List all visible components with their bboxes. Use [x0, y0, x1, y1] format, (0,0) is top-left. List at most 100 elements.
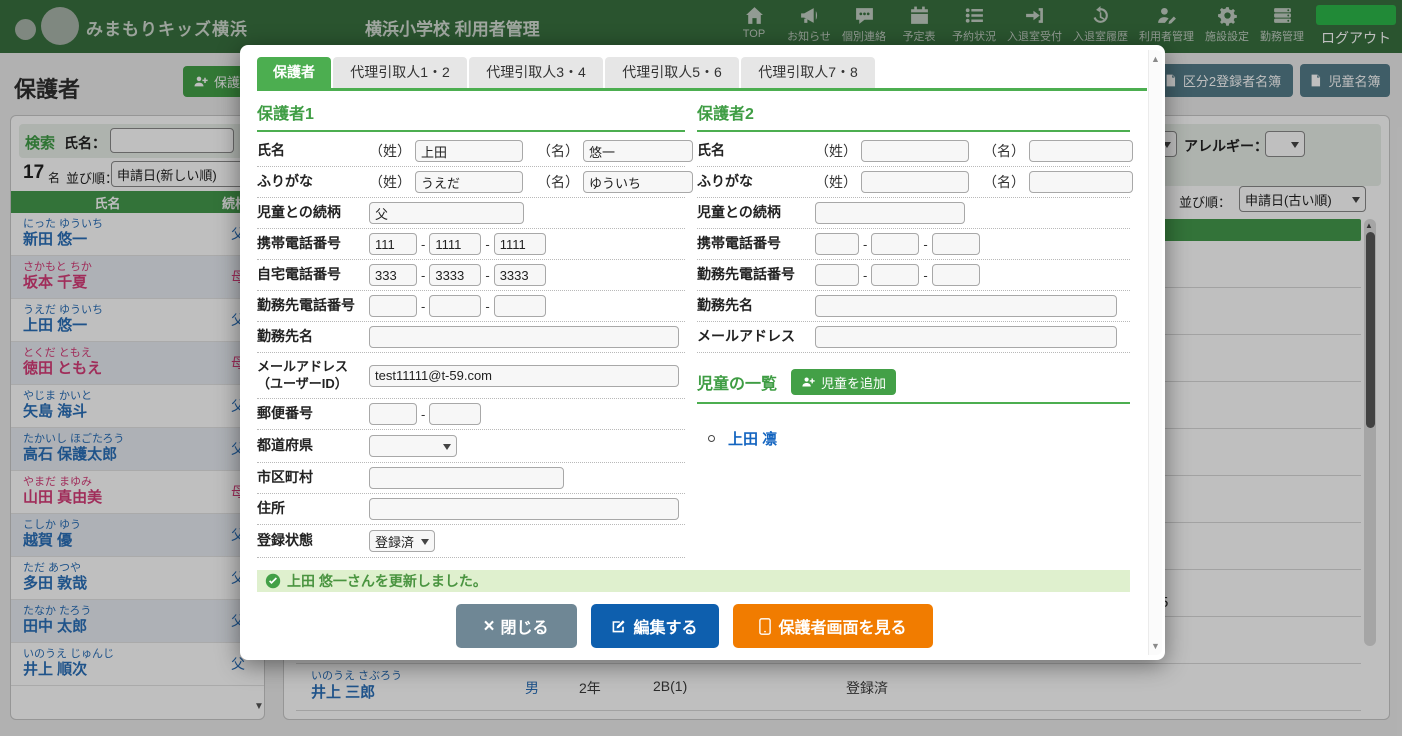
g1-prefecture-select[interactable]: [369, 435, 457, 457]
add-child-label: 児童を追加: [821, 373, 886, 392]
field-label: 勤務先名: [697, 297, 815, 315]
edit-button[interactable]: 編集する: [591, 604, 719, 648]
g1-work-phone-3-input[interactable]: [494, 295, 546, 317]
g1-email-row: メールアドレス（ユーザーID）: [257, 353, 685, 399]
view-label: 保護者画面を見る: [778, 614, 906, 638]
field-label: メールアドレス: [697, 328, 815, 346]
mei-label: （名）: [537, 172, 579, 192]
g1-last-name-input[interactable]: [415, 140, 523, 162]
g1-kana-last-input[interactable]: [415, 171, 523, 193]
screen: みまもりキッズ横浜 横浜小学校 利用者管理 TOPお知らせ個別連絡予定表予約状況…: [0, 0, 1402, 736]
g1-home-phone-2-input[interactable]: [429, 264, 481, 286]
mei-label: （名）: [537, 141, 579, 161]
scroll-down-arrow-icon[interactable]: ▼: [1151, 641, 1160, 651]
mei-label: （名）: [983, 172, 1025, 192]
bullet-icon: [708, 435, 715, 442]
g2-mobile-row: 携帯電話番号 - -: [697, 229, 1130, 260]
edit-label: 編集する: [633, 614, 697, 638]
field-label: 氏名: [257, 142, 369, 160]
g1-mobile-row: 携帯電話番号 - -: [257, 229, 685, 260]
field-label: 携帯電話番号: [697, 235, 815, 253]
g2-work-phone-1-input[interactable]: [815, 264, 859, 286]
guardian2-section: 保護者2 氏名 （姓） （名） ふりがな （姓） （名） 児童との続柄 携帯: [697, 100, 1130, 449]
field-label: ふりがな: [697, 173, 815, 191]
children-heading: 児童の一覧: [697, 370, 777, 394]
g2-kana-last-input[interactable]: [861, 171, 969, 193]
field-label: 市区町村: [257, 469, 369, 487]
g1-home-phone-1-input[interactable]: [369, 264, 417, 286]
g1-work-phone-1-input[interactable]: [369, 295, 417, 317]
tab-proxy-3-4[interactable]: 代理引取人3・4: [469, 57, 603, 88]
success-message-text: 上田 悠一さんを更新しました。: [287, 571, 487, 591]
field-label: 携帯電話番号: [257, 235, 369, 253]
g1-work-name-row: 勤務先名: [257, 322, 685, 353]
guardian1-heading: 保護者1: [257, 100, 685, 132]
g1-zip-2-input[interactable]: [429, 403, 481, 425]
guardian1-section: 保護者1 氏名 （姓） （名） ふりがな （姓） （名） 児童との続柄 携帯: [257, 100, 685, 558]
edit-icon: [611, 618, 627, 634]
field-label: 勤務先電話番号: [697, 266, 815, 284]
sei-label: （姓）: [815, 141, 857, 161]
g2-first-name-input[interactable]: [1029, 140, 1133, 162]
person-add-icon: [801, 375, 815, 389]
tab-proxy-5-6[interactable]: 代理引取人5・6: [605, 57, 739, 88]
g1-status-row: 登録状態 登録済: [257, 525, 685, 558]
g2-mobile-2-input[interactable]: [871, 233, 919, 255]
add-child-button[interactable]: 児童を追加: [791, 369, 896, 395]
field-label: メールアドレス（ユーザーID）: [257, 359, 369, 392]
g2-kana-first-input[interactable]: [1029, 171, 1133, 193]
g1-kana-first-input[interactable]: [583, 171, 693, 193]
g1-home-phone-row: 自宅電話番号 - -: [257, 260, 685, 291]
sei-label: （姓）: [815, 172, 857, 192]
g2-last-name-input[interactable]: [861, 140, 969, 162]
scroll-up-arrow-icon[interactable]: ▲: [1151, 54, 1160, 64]
g1-zip-1-input[interactable]: [369, 403, 417, 425]
g1-relation-row: 児童との続柄: [257, 198, 685, 229]
field-label: 氏名: [697, 142, 815, 160]
g2-relation-input[interactable]: [815, 202, 965, 224]
g2-mobile-1-input[interactable]: [815, 233, 859, 255]
g1-status-select[interactable]: 登録済: [369, 530, 435, 552]
field-label: 児童との続柄: [697, 204, 815, 222]
g1-city-input[interactable]: [369, 467, 564, 489]
g2-email-row: メールアドレス: [697, 322, 1130, 353]
mobile-phone-icon: [758, 618, 772, 635]
close-button[interactable]: × 閉じる: [456, 604, 577, 648]
g1-mobile-2-input[interactable]: [429, 233, 481, 255]
g1-mobile-3-input[interactable]: [494, 233, 546, 255]
g1-address-row: 住所: [257, 494, 685, 525]
g2-kana-row: ふりがな （姓） （名）: [697, 167, 1130, 198]
g1-work-name-input[interactable]: [369, 326, 679, 348]
g2-work-phone-2-input[interactable]: [871, 264, 919, 286]
modal-tabs: 保護者 代理引取人1・2 代理引取人3・4 代理引取人5・6 代理引取人7・8: [257, 57, 875, 88]
tab-underline: [257, 88, 1147, 91]
g2-work-phone-3-input[interactable]: [932, 264, 980, 286]
g1-address-input[interactable]: [369, 498, 679, 520]
children-section-header: 児童の一覧 児童を追加: [697, 369, 1130, 404]
g2-email-input[interactable]: [815, 326, 1117, 348]
tab-proxy-7-8[interactable]: 代理引取人7・8: [741, 57, 875, 88]
g1-home-phone-3-input[interactable]: [494, 264, 546, 286]
g1-email-input[interactable]: [369, 365, 679, 387]
field-label: 児童との続柄: [257, 204, 369, 222]
field-label: 都道府県: [257, 437, 369, 455]
sei-label: （姓）: [369, 172, 411, 192]
child-link[interactable]: 上田 凛: [728, 428, 777, 449]
g2-work-name-input[interactable]: [815, 295, 1117, 317]
view-guardian-screen-button[interactable]: 保護者画面を見る: [733, 604, 933, 648]
g2-mobile-3-input[interactable]: [932, 233, 980, 255]
tab-proxy-1-2[interactable]: 代理引取人1・2: [333, 57, 467, 88]
guardian2-heading: 保護者2: [697, 100, 1130, 132]
modal-scrollbar[interactable]: ▲ ▼: [1148, 50, 1162, 655]
tab-guardian[interactable]: 保護者: [257, 57, 331, 88]
sei-label: （姓）: [369, 141, 411, 161]
g1-mobile-1-input[interactable]: [369, 233, 417, 255]
modal-footer: × 閉じる 編集する 保護者画面を見る: [240, 604, 1148, 648]
field-label: 登録状態: [257, 532, 369, 550]
g1-relation-input[interactable]: [369, 202, 524, 224]
g1-first-name-input[interactable]: [583, 140, 693, 162]
g1-work-phone-row: 勤務先電話番号 - -: [257, 291, 685, 322]
g1-work-phone-2-input[interactable]: [429, 295, 481, 317]
child-list-item: 上田 凛: [697, 428, 1130, 449]
close-label: 閉じる: [501, 614, 549, 638]
